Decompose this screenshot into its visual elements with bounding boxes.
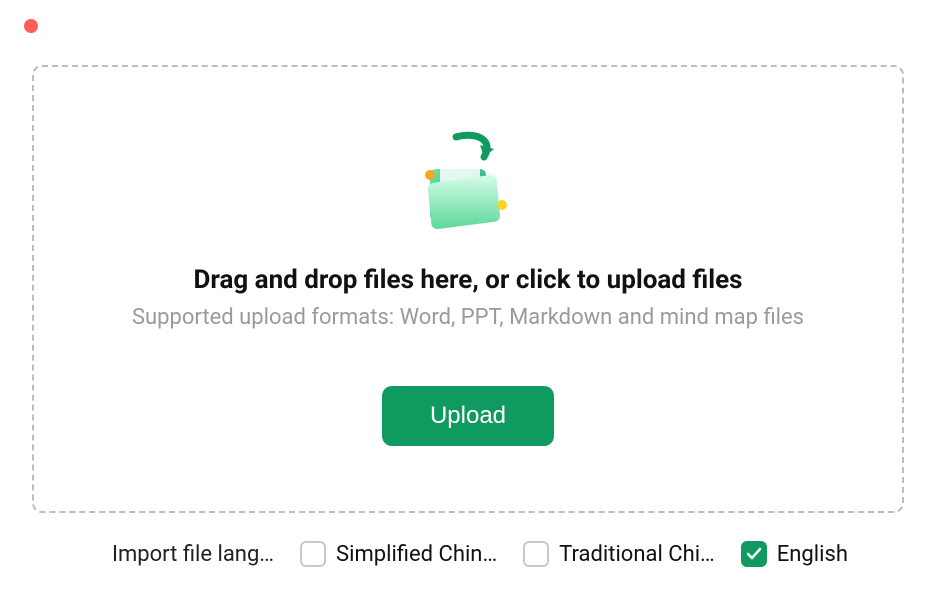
checkbox-icon xyxy=(300,541,326,567)
language-option-simplified-chinese[interactable]: Simplified Chin… xyxy=(300,541,497,567)
language-option-english[interactable]: English xyxy=(741,541,848,567)
folder-upload-icon xyxy=(408,127,528,247)
checkbox-icon xyxy=(523,541,549,567)
window-controls xyxy=(0,0,936,37)
language-option-label: Traditional Chi… xyxy=(559,542,715,567)
import-language-label: Import file lang… xyxy=(112,542,274,567)
upload-dropzone[interactable]: Drag and drop files here, or click to up… xyxy=(32,65,904,513)
import-language-row: Import file lang… Simplified Chin… Tradi… xyxy=(0,513,936,567)
language-option-label: English xyxy=(777,542,848,567)
dropzone-title: Drag and drop files here, or click to up… xyxy=(193,265,742,295)
upload-button[interactable]: Upload xyxy=(382,386,554,446)
language-option-traditional-chinese[interactable]: Traditional Chi… xyxy=(523,541,715,567)
language-option-label: Simplified Chin… xyxy=(336,542,497,567)
close-window-button[interactable] xyxy=(24,19,38,33)
dropzone-subtitle: Supported upload formats: Word, PPT, Mar… xyxy=(132,305,804,330)
checkbox-icon xyxy=(741,541,767,567)
